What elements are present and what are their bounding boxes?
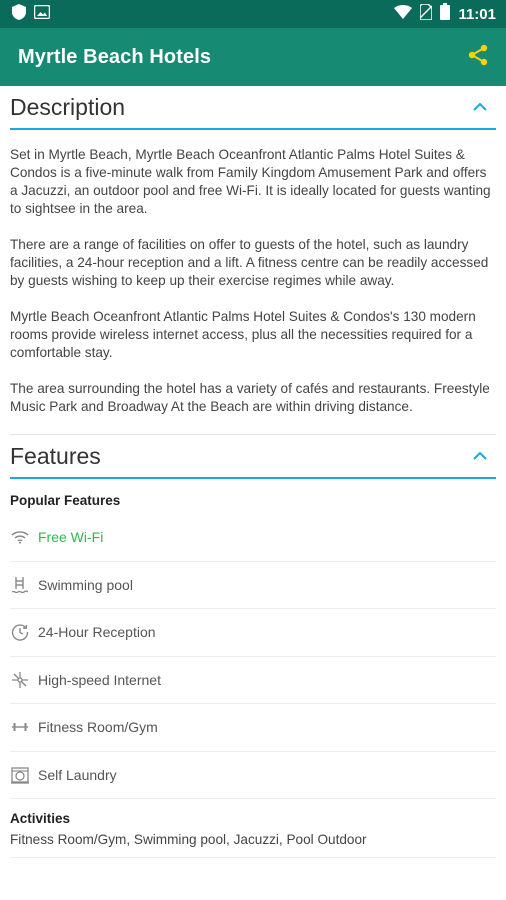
feature-item-fitness-room: Fitness Room/Gym: [10, 704, 496, 752]
wifi-icon: [394, 4, 413, 24]
description-title: Description: [10, 93, 126, 120]
image-icon: [33, 4, 51, 24]
activities-text: Fitness Room/Gym, Swimming pool, Jacuzzi…: [10, 832, 496, 858]
share-button[interactable]: [464, 43, 492, 71]
network-icon: [10, 670, 30, 690]
feature-item-self-laundry: Self Laundry: [10, 752, 496, 799]
no-sim-icon: [419, 2, 434, 25]
status-left: [12, 3, 51, 25]
description-paragraph: Set in Myrtle Beach, Myrtle Beach Oceanf…: [10, 147, 491, 216]
battery-icon: [440, 3, 451, 25]
feature-label: Free Wi-Fi: [38, 529, 104, 546]
description-header[interactable]: Description: [10, 86, 496, 130]
feature-label: High-speed Internet: [38, 671, 161, 688]
app-bar: Myrtle Beach Hotels: [0, 28, 506, 86]
popular-features-title: Popular Features: [10, 493, 121, 508]
description-paragraph: There are a range of facilities on offer…: [10, 237, 489, 288]
chevron-up-icon[interactable]: [468, 95, 492, 119]
feature-label: Fitness Room/Gym: [38, 719, 158, 736]
feature-label: 24-Hour Reception: [38, 624, 156, 641]
shield-icon: [12, 3, 26, 25]
dumbbell-icon: [10, 717, 30, 737]
feature-item-high-speed-internet: High-speed Internet: [10, 657, 496, 704]
activities-title: Activities: [10, 811, 71, 826]
feature-label: Self Laundry: [38, 766, 117, 783]
status-bar: 11:01: [0, 0, 506, 28]
status-right: 11:01: [394, 2, 496, 25]
share-icon: [466, 43, 490, 72]
pool-icon: [10, 575, 30, 595]
clock-icon: [10, 622, 30, 642]
features-title: Features: [10, 442, 101, 469]
app-title: Myrtle Beach Hotels: [18, 45, 212, 68]
wifi-icon: [10, 527, 30, 547]
chevron-up-icon[interactable]: [468, 444, 492, 468]
feature-label: Swimming pool: [38, 576, 133, 593]
feature-item-free-wifi: Free Wi-Fi: [10, 514, 496, 562]
features-header[interactable]: Features: [10, 435, 496, 479]
feature-item-24-hour-reception: 24-Hour Reception: [10, 609, 496, 657]
laundry-icon: [10, 765, 30, 785]
features-section: Features Popular Features Free Wi-Fi Swi…: [10, 435, 496, 858]
description-paragraph: The area surrounding the hotel has a var…: [10, 381, 490, 414]
description-body: Set in Myrtle Beach, Myrtle Beach Oceanf…: [10, 130, 496, 416]
status-time: 11:01: [458, 5, 496, 23]
feature-item-swimming-pool: Swimming pool: [10, 562, 496, 609]
content: Description Set in Myrtle Beach, Myrtle …: [0, 86, 506, 858]
description-paragraph: Myrtle Beach Oceanfront Atlantic Palms H…: [10, 309, 476, 360]
